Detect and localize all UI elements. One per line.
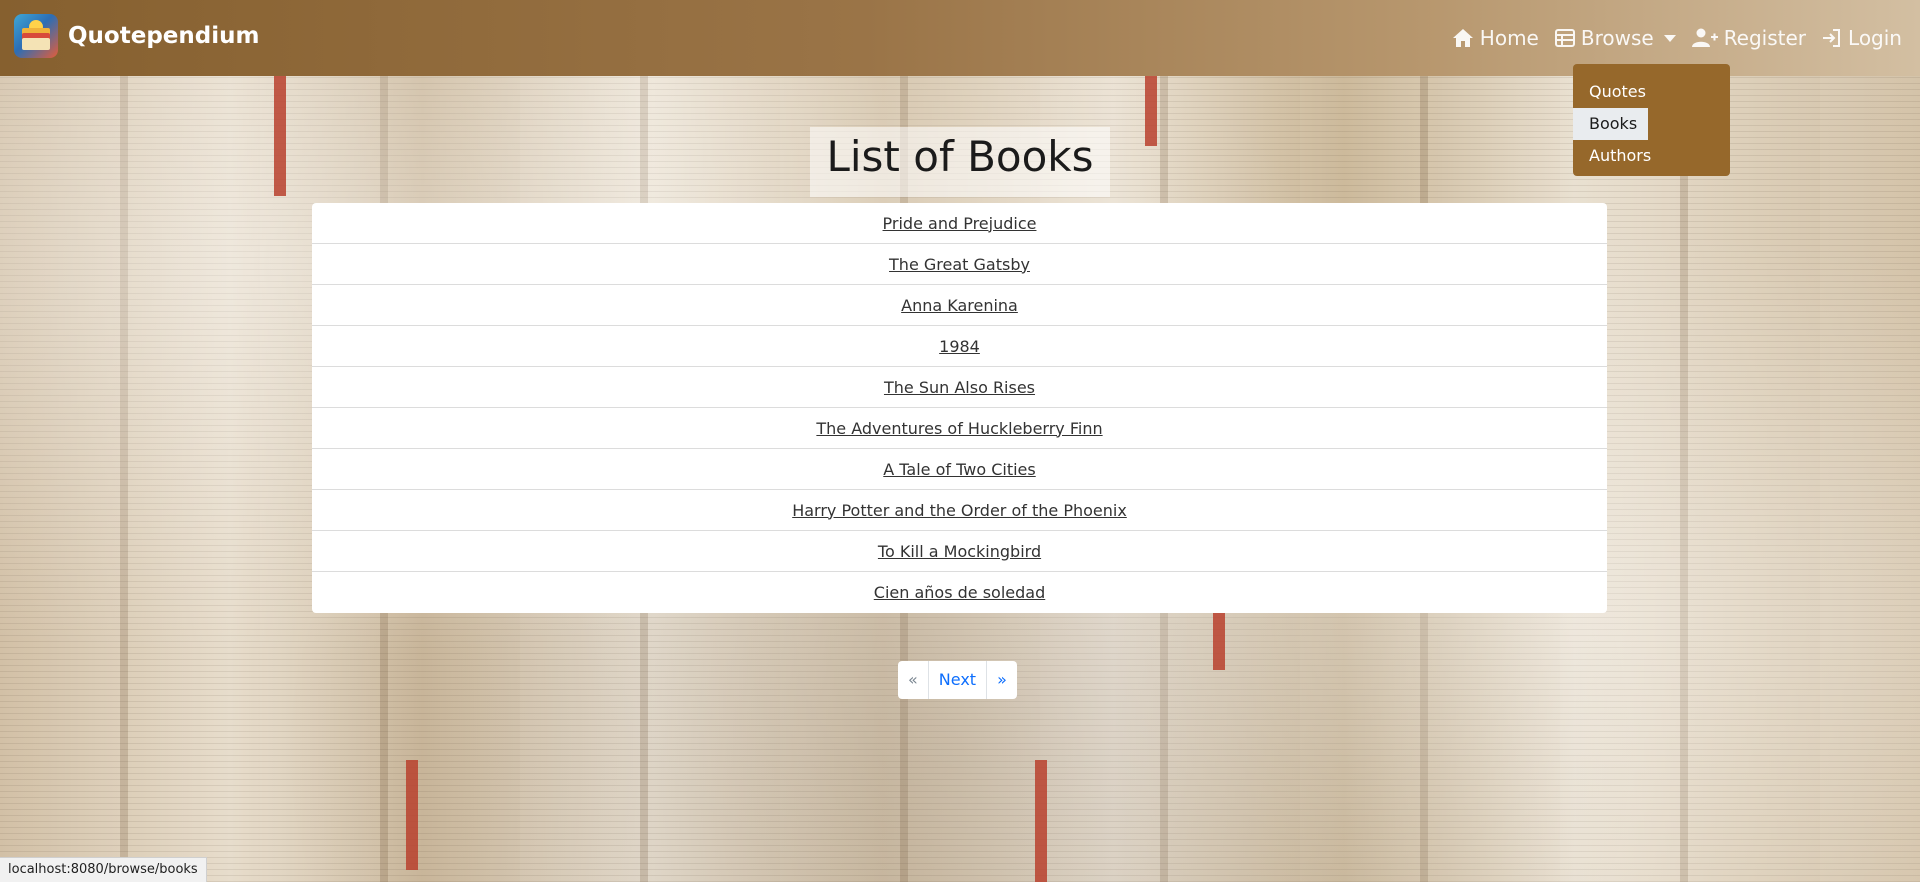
background-decoration — [1145, 76, 1157, 146]
book-link[interactable]: The Adventures of Huckleberry Finn — [816, 419, 1102, 438]
list-item: To Kill a Mockingbird — [312, 531, 1607, 572]
list-item: Anna Karenina — [312, 285, 1607, 326]
list-item: 1984 — [312, 326, 1607, 367]
book-link[interactable]: The Great Gatsby — [889, 255, 1030, 274]
book-list: Pride and Prejudice The Great Gatsby Ann… — [312, 203, 1607, 613]
nav-register-link[interactable]: Register — [1691, 26, 1807, 50]
browse-dropdown-menu: Quotes Books Authors — [1573, 64, 1730, 176]
background-decoration — [406, 760, 418, 870]
table-icon — [1554, 29, 1575, 47]
brand-name: Quotependium — [68, 23, 260, 49]
nav-links: Home Browse Register Login — [1436, 26, 1902, 50]
list-item: The Great Gatsby — [312, 244, 1607, 285]
chevron-down-icon — [1663, 34, 1676, 42]
list-item: Pride and Prejudice — [312, 203, 1607, 244]
book-link[interactable]: Harry Potter and the Order of the Phoeni… — [792, 501, 1127, 520]
nav-home-link[interactable]: Home — [1452, 26, 1539, 50]
nav-login-link[interactable]: Login — [1822, 26, 1902, 50]
status-bar-url: localhost:8080/browse/books — [0, 857, 207, 882]
list-item: Cien años de soledad — [312, 572, 1607, 613]
pagination: « Next » — [898, 661, 1017, 699]
pagination-last-button[interactable]: » — [987, 661, 1017, 699]
background-decoration — [1035, 760, 1047, 882]
list-item: The Sun Also Rises — [312, 367, 1607, 408]
dropdown-item-quotes[interactable]: Quotes — [1573, 76, 1657, 108]
list-item: The Adventures of Huckleberry Finn — [312, 408, 1607, 449]
nav-home-label: Home — [1479, 26, 1539, 50]
brand-link[interactable]: Quotependium — [14, 14, 259, 58]
nav-register-label: Register — [1723, 26, 1807, 50]
dropdown-item-books[interactable]: Books — [1573, 108, 1648, 140]
list-item: Harry Potter and the Order of the Phoeni… — [312, 490, 1607, 531]
nav-login-label: Login — [1848, 26, 1902, 50]
background-decoration — [274, 76, 286, 196]
book-link[interactable]: Pride and Prejudice — [883, 214, 1037, 233]
page-title: List of Books — [826, 132, 1094, 181]
house-icon — [1452, 29, 1473, 47]
person-plus-icon — [1691, 28, 1718, 47]
book-link[interactable]: A Tale of Two Cities — [883, 460, 1035, 479]
login-arrow-icon — [1823, 29, 1841, 47]
dropdown-item-authors[interactable]: Authors — [1573, 140, 1657, 172]
nav-browse-dropdown-toggle[interactable]: Browse — [1554, 26, 1676, 50]
book-link[interactable]: To Kill a Mockingbird — [878, 542, 1041, 561]
book-link[interactable]: Cien años de soledad — [874, 583, 1045, 602]
book-link[interactable]: 1984 — [939, 337, 980, 356]
nav-browse-label: Browse — [1580, 26, 1654, 50]
book-link[interactable]: Anna Karenina — [901, 296, 1018, 315]
book-link[interactable]: The Sun Also Rises — [884, 378, 1035, 397]
pagination-next-button[interactable]: Next — [929, 661, 988, 699]
pagination-first-button[interactable]: « — [898, 661, 929, 699]
brand-logo — [14, 14, 58, 58]
list-item: A Tale of Two Cities — [312, 449, 1607, 490]
